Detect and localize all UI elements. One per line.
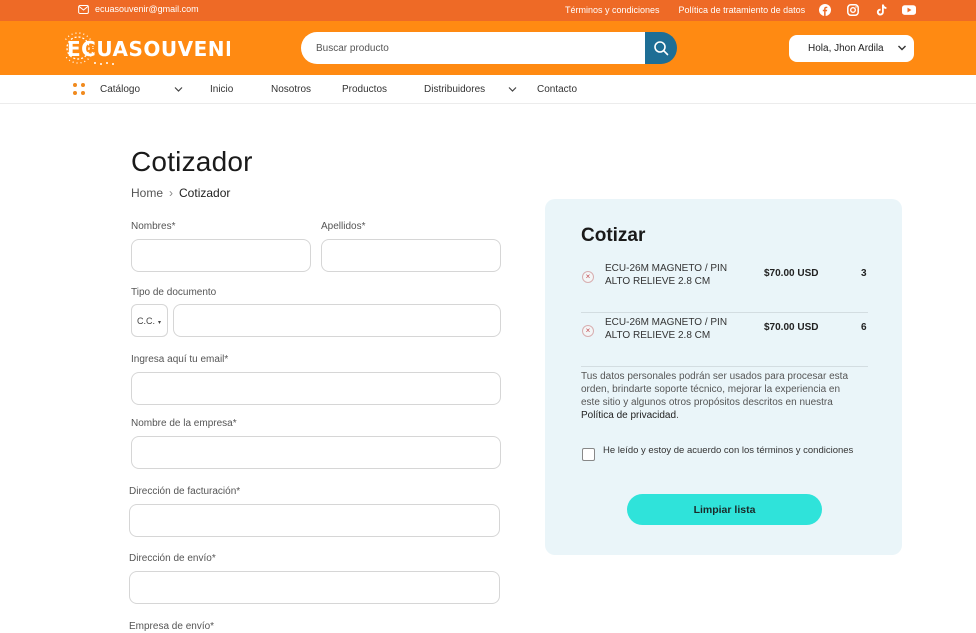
privacy-period: . xyxy=(676,410,679,421)
caret-down-icon: ▾ xyxy=(157,320,161,326)
quote-item-qty: 6 xyxy=(861,322,867,333)
breadcrumb-home[interactable]: Home xyxy=(131,186,163,200)
tiktok-icon[interactable] xyxy=(874,3,888,17)
billing-address-label: Dirección de facturación* xyxy=(129,486,241,497)
privacy-policy-link[interactable]: Política de tratamiento de datos xyxy=(679,5,806,15)
chevron-down-icon[interactable] xyxy=(174,86,183,93)
email-label: Ingresa aquí tu email* xyxy=(131,354,229,365)
remove-item-icon[interactable]: × xyxy=(582,271,594,283)
terms-checkbox[interactable] xyxy=(582,448,595,461)
apellidos-field[interactable] xyxy=(321,239,501,272)
privacy-policy-link[interactable]: Política de privacidad xyxy=(581,410,676,421)
quote-item: × ECU-26M MAGNETO / PIN ALTO RELIEVE 2.8… xyxy=(581,313,868,367)
document-number-field[interactable] xyxy=(173,304,501,337)
tipo-documento-label: Tipo de documento xyxy=(131,287,217,298)
search-button[interactable] xyxy=(645,32,677,64)
quote-title: Cotizar xyxy=(581,225,646,246)
search-bar xyxy=(301,32,677,64)
main-header: ECUASOUVENIR Hola, Jhon Ardila xyxy=(0,21,976,75)
quote-item-name: ECU-26M MAGNETO / PIN ALTO RELIEVE 2.8 C… xyxy=(605,263,728,287)
search-icon xyxy=(654,41,669,56)
nombres-field[interactable] xyxy=(131,239,311,272)
breadcrumb: Home › Cotizador xyxy=(131,186,230,200)
ecuasouvenir-logo[interactable]: ECUASOUVENIR xyxy=(62,27,248,69)
nav-nosotros[interactable]: Nosotros xyxy=(271,84,311,95)
youtube-icon[interactable] xyxy=(902,3,916,17)
contact-email-text: ecuasouvenir@gmail.com xyxy=(95,4,199,14)
contact-email[interactable]: ecuasouvenir@gmail.com xyxy=(78,4,199,14)
quote-item-price: $70.00 USD xyxy=(764,268,819,279)
apellidos-label: Apellidos* xyxy=(321,221,366,232)
quote-item-name: ECU-26M MAGNETO / PIN ALTO RELIEVE 2.8 C… xyxy=(605,317,728,341)
breadcrumb-current: Cotizador xyxy=(179,186,231,200)
chevron-down-icon[interactable] xyxy=(508,86,517,93)
terms-link[interactable]: Términos y condiciones xyxy=(565,5,660,15)
nav-inicio[interactable]: Inicio xyxy=(210,84,233,95)
billing-address-field[interactable] xyxy=(129,504,500,537)
search-input[interactable] xyxy=(301,32,647,64)
chevron-down-icon xyxy=(898,45,906,51)
facebook-icon[interactable] xyxy=(818,3,832,17)
nav-productos[interactable]: Productos xyxy=(342,84,387,95)
breadcrumb-separator-icon: › xyxy=(169,186,174,200)
clear-list-button[interactable]: Limpiar lista xyxy=(627,494,822,525)
email-field[interactable] xyxy=(131,372,501,405)
top-bar: ecuasouvenir@gmail.com Términos y condic… xyxy=(0,0,976,21)
page-title: Cotizador xyxy=(131,146,253,177)
remove-item-icon[interactable]: × xyxy=(582,325,594,337)
nav-contacto[interactable]: Contacto xyxy=(537,84,577,95)
shipping-address-field[interactable] xyxy=(129,571,500,604)
user-greeting: Hola, Jhon Ardila xyxy=(808,43,884,54)
user-menu[interactable]: Hola, Jhon Ardila xyxy=(789,35,914,62)
logo-text: ECUASOUVENIR xyxy=(67,37,230,61)
nav-catalog[interactable]: Catálogo xyxy=(100,84,140,95)
shipping-company-label: Empresa de envío* xyxy=(129,621,215,632)
quote-item: × ECU-26M MAGNETO / PIN ALTO RELIEVE 2.8… xyxy=(581,259,868,313)
instagram-icon[interactable] xyxy=(846,3,860,17)
privacy-text: Tus datos personales podrán ser usados p… xyxy=(581,371,849,408)
document-type-value: C.C. xyxy=(137,315,155,326)
nombres-label: Nombres* xyxy=(131,221,176,232)
empresa-label: Nombre de la empresa* xyxy=(131,418,237,429)
document-type-select[interactable]: C.C. ▾ xyxy=(131,304,168,337)
terms-checkbox-label: He leído y estoy de acuerdo con los térm… xyxy=(603,445,854,456)
empresa-field[interactable] xyxy=(131,436,501,469)
main-nav: Catálogo Inicio Nosotros Productos Distr… xyxy=(0,75,976,104)
shipping-address-label: Dirección de envío* xyxy=(129,553,216,564)
quote-item-qty: 3 xyxy=(861,268,867,279)
privacy-notice: Tus datos personales podrán ser usados p… xyxy=(581,370,861,422)
quote-panel: Cotizar × ECU-26M MAGNETO / PIN ALTO REL… xyxy=(545,199,902,555)
mail-icon xyxy=(78,4,89,14)
quote-item-price: $70.00 USD xyxy=(764,322,819,333)
nav-distribuidores[interactable]: Distribuidores xyxy=(424,84,485,95)
grid-icon xyxy=(73,83,86,96)
